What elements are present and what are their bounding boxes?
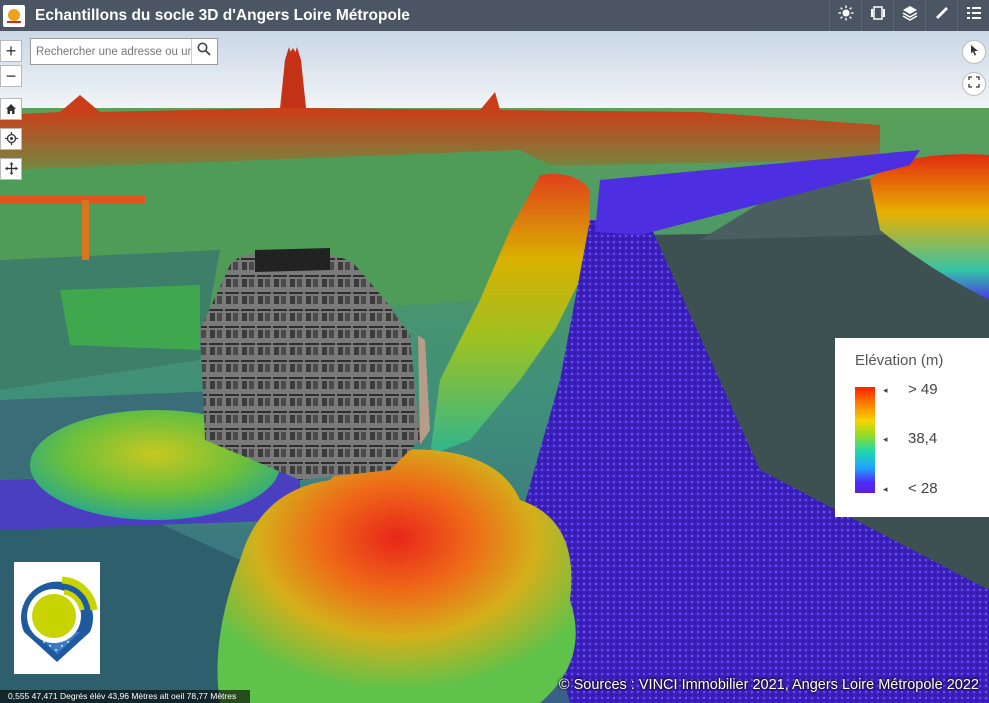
legend-title: Elévation (m) xyxy=(855,352,944,369)
partner-logo xyxy=(14,562,100,674)
home-icon xyxy=(5,99,17,120)
move-icon xyxy=(4,159,18,180)
layers-tool-button[interactable] xyxy=(893,0,925,31)
home-button[interactable] xyxy=(0,98,22,120)
slides-icon xyxy=(870,5,886,26)
daylight-tool-button[interactable] xyxy=(829,0,861,31)
app-logo xyxy=(3,4,25,27)
search-button[interactable] xyxy=(190,39,217,64)
legend-tick-min: ◂ xyxy=(883,484,888,494)
sun-icon xyxy=(838,5,854,26)
pan-button[interactable] xyxy=(0,158,22,180)
legend-tick-mid: ◂ xyxy=(883,434,888,444)
legend-list-tool-button[interactable] xyxy=(957,0,989,31)
app-title: Echantillons du socle 3D d'Angers Loire … xyxy=(35,6,410,24)
measure-icon xyxy=(934,5,950,26)
legend-mid-label: 38,4 xyxy=(908,430,938,447)
elevation-legend: Elévation (m) ◂ > 49 ◂ 38,4 ◂ < 28 xyxy=(835,338,989,517)
legend-min-label: < 28 xyxy=(908,480,938,497)
locate-icon xyxy=(4,129,18,150)
search-widget xyxy=(30,38,218,65)
fullscreen-button[interactable] xyxy=(962,72,986,96)
zoom-out-button[interactable]: − xyxy=(0,65,22,87)
layers-icon xyxy=(902,5,918,26)
plus-icon: + xyxy=(5,40,17,61)
search-input[interactable] xyxy=(31,39,191,64)
minus-icon: − xyxy=(5,65,17,86)
compass-icon xyxy=(968,43,980,61)
legend-color-ramp xyxy=(855,387,875,493)
attribution-text: © Sources : VINCI Immobilier 2021, Anger… xyxy=(558,677,979,693)
zoom-in-button[interactable]: + xyxy=(0,40,22,62)
header-toolbar xyxy=(829,0,989,31)
coordinate-readout: 0,555 47,471 Degrés élév 43,96 Mètres al… xyxy=(0,690,250,703)
compass-button[interactable] xyxy=(962,40,986,64)
fullscreen-icon xyxy=(968,75,980,93)
measure-tool-button[interactable] xyxy=(925,0,957,31)
search-icon xyxy=(197,42,212,61)
app-header: Echantillons du socle 3D d'Angers Loire … xyxy=(0,0,989,31)
legend-max-label: > 49 xyxy=(908,381,938,398)
legend-tick-max: ◂ xyxy=(883,385,888,395)
slides-tool-button[interactable] xyxy=(861,0,893,31)
list-icon xyxy=(966,5,982,26)
locate-button[interactable] xyxy=(0,128,22,150)
